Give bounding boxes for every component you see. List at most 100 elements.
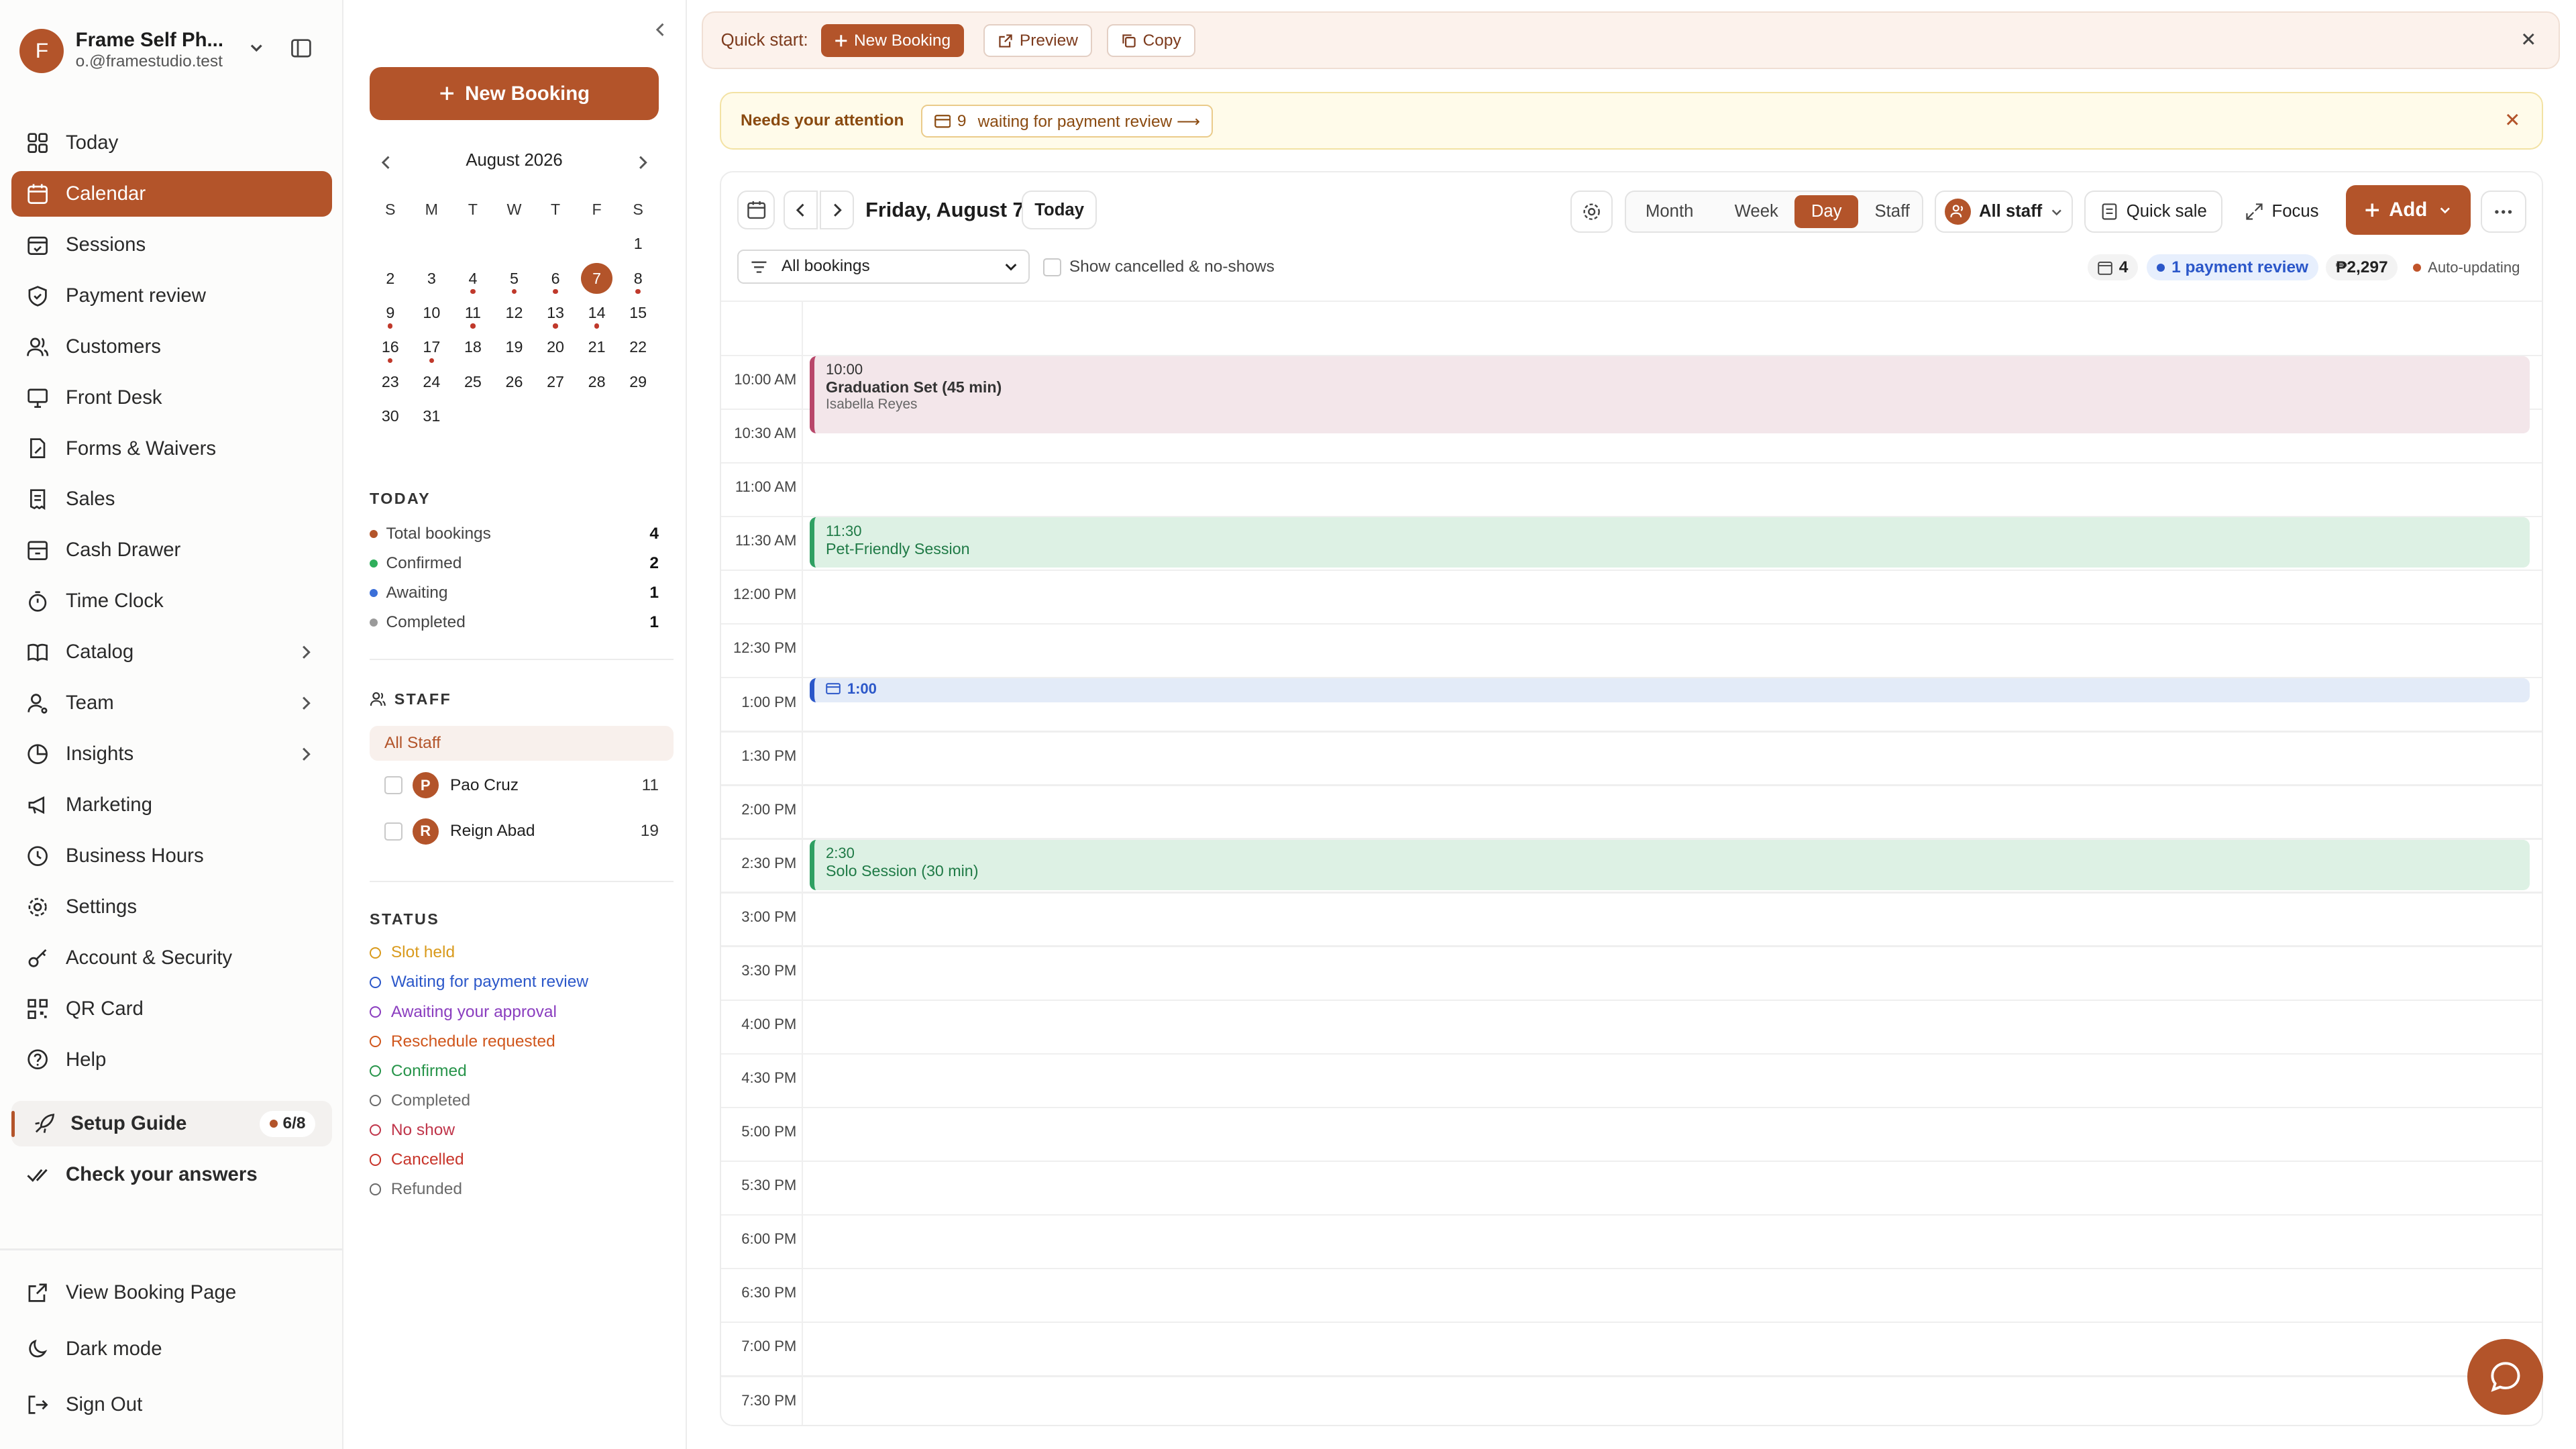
- calendar-day[interactable]: 10: [411, 296, 453, 330]
- payment-review-alert-link[interactable]: 9 waiting for payment review ⟶: [921, 105, 1214, 138]
- calendar-day[interactable]: 3: [411, 261, 453, 295]
- status-legend-item[interactable]: Confirmed: [370, 1060, 467, 1083]
- checkbox[interactable]: [384, 776, 402, 795]
- chevron-down-icon[interactable]: [248, 40, 264, 56]
- next-month-icon[interactable]: [636, 154, 649, 170]
- status-legend-item[interactable]: Reschedule requested: [370, 1030, 555, 1053]
- nav-item-business-hours[interactable]: Business Hours: [11, 833, 332, 879]
- calendar-day[interactable]: 6: [535, 261, 576, 295]
- calendar-day[interactable]: 19: [494, 330, 535, 364]
- nav-item-forms-waivers[interactable]: Forms & Waivers: [11, 425, 332, 472]
- nav-item-time-clock[interactable]: Time Clock: [11, 578, 332, 625]
- status-legend-item[interactable]: No show: [370, 1119, 455, 1142]
- status-legend-item[interactable]: Slot held: [370, 941, 455, 964]
- copy-button[interactable]: Copy: [1107, 24, 1196, 58]
- status-legend-item[interactable]: Waiting for payment review: [370, 971, 588, 994]
- staff-row-pao-cruz[interactable]: P Pao Cruz 11: [370, 771, 659, 800]
- staff-row-reign-abad[interactable]: R Reign Abad 19: [370, 816, 659, 846]
- booking-block[interactable]: 1:00: [809, 678, 2530, 702]
- add-dropdown-button[interactable]: Add: [2345, 185, 2471, 235]
- quick-new-booking-button[interactable]: New Booking: [821, 24, 964, 58]
- setup-guide-item[interactable]: Setup Guide 6/8: [11, 1100, 332, 1147]
- chevron-left-icon[interactable]: [654, 21, 667, 38]
- calendar-day[interactable]: 21: [576, 330, 618, 364]
- nav-item-settings[interactable]: Settings: [11, 884, 332, 930]
- quick-sale-button[interactable]: Quick sale: [2084, 190, 2223, 233]
- booking-block[interactable]: 2:30 Solo Session (30 min): [809, 839, 2530, 890]
- view-booking-page-link[interactable]: View Booking Page: [11, 1270, 332, 1316]
- prev-day-button[interactable]: [783, 190, 818, 230]
- more-options-button[interactable]: [2480, 190, 2527, 233]
- view-tab-staff[interactable]: Staff: [1858, 195, 1926, 228]
- checkbox[interactable]: [384, 822, 402, 841]
- calendar-day[interactable]: 13: [535, 296, 576, 330]
- nav-item-insights[interactable]: Insights: [11, 731, 332, 777]
- sidebar-toggle-icon[interactable]: [290, 38, 312, 59]
- calendar-day[interactable]: 27: [535, 365, 576, 399]
- close-icon[interactable]: [2520, 31, 2536, 47]
- calendar-day[interactable]: 30: [370, 399, 411, 433]
- calendar-day[interactable]: 25: [452, 365, 494, 399]
- nav-item-account-security[interactable]: Account & Security: [11, 934, 332, 981]
- calendar-day[interactable]: 2: [370, 261, 411, 295]
- status-legend-item[interactable]: Cancelled: [370, 1148, 464, 1171]
- nav-item-help[interactable]: Help: [11, 1036, 332, 1083]
- focus-button[interactable]: Focus: [2245, 191, 2319, 233]
- calendar-day[interactable]: 31: [411, 399, 453, 433]
- account-switcher[interactable]: F Frame Self Ph... o.@framestudio.test: [19, 26, 323, 75]
- nav-item-marketing[interactable]: Marketing: [11, 782, 332, 828]
- nav-item-today[interactable]: Today: [11, 120, 332, 166]
- calendar-settings-button[interactable]: [1570, 190, 1613, 233]
- view-tab-week[interactable]: Week: [1718, 195, 1794, 228]
- calendar-day[interactable]: 22: [617, 330, 659, 364]
- status-legend-item[interactable]: Awaiting your approval: [370, 1000, 557, 1023]
- booking-block[interactable]: 10:00 Graduation Set (45 min) Isabella Rey…: [809, 356, 2530, 434]
- staff-filter-dropdown[interactable]: All staff: [1935, 190, 2074, 233]
- calendar-day[interactable]: 1: [617, 227, 659, 261]
- calendar-day[interactable]: 4: [452, 261, 494, 295]
- today-button[interactable]: Today: [1021, 190, 1097, 230]
- close-icon[interactable]: [2504, 111, 2520, 127]
- booking-block[interactable]: 11:30 Pet-Friendly Session: [809, 517, 2530, 568]
- view-tab-month[interactable]: Month: [1629, 195, 1709, 228]
- status-legend-item[interactable]: Completed: [370, 1089, 470, 1112]
- calendar-day[interactable]: 24: [411, 365, 453, 399]
- payment-review-badge[interactable]: 1 payment review: [2147, 254, 2318, 281]
- booking-filter-select[interactable]: All bookings: [737, 249, 1030, 284]
- calendar-day[interactable]: 16: [370, 330, 411, 364]
- nav-item-sales[interactable]: Sales: [11, 476, 332, 523]
- nav-item-qr-card[interactable]: QR Card: [11, 985, 332, 1032]
- calendar-day[interactable]: 5: [494, 261, 535, 295]
- calendar-day[interactable]: 23: [370, 365, 411, 399]
- checkbox[interactable]: [1042, 258, 1061, 276]
- nav-item-cash-drawer[interactable]: Cash Drawer: [11, 527, 332, 574]
- nav-item-front-desk[interactable]: Front Desk: [11, 374, 332, 421]
- chat-button[interactable]: [2467, 1338, 2544, 1415]
- calendar-day[interactable]: 11: [452, 296, 494, 330]
- calendar-day[interactable]: 9: [370, 296, 411, 330]
- calendar-day[interactable]: 14: [576, 296, 618, 330]
- calendar-day[interactable]: 26: [494, 365, 535, 399]
- calendar-day[interactable]: 18: [452, 330, 494, 364]
- dark-mode-toggle[interactable]: Dark mode: [11, 1326, 332, 1372]
- status-legend-item[interactable]: Refunded: [370, 1178, 462, 1201]
- calendar-day[interactable]: 20: [535, 330, 576, 364]
- next-day-button[interactable]: [819, 190, 855, 230]
- calendar-day[interactable]: 15: [617, 296, 659, 330]
- show-cancelled-checkbox[interactable]: Show cancelled & no-shows: [1042, 258, 1275, 276]
- calendar-day[interactable]: 7: [576, 261, 618, 295]
- view-tab-day[interactable]: Day: [1794, 195, 1859, 228]
- nav-item-sessions[interactable]: Sessions: [11, 222, 332, 268]
- new-booking-button[interactable]: New Booking: [370, 67, 659, 120]
- check-answers-item[interactable]: Check your answers: [11, 1152, 332, 1198]
- calendar-day[interactable]: 12: [494, 296, 535, 330]
- nav-item-customers[interactable]: Customers: [11, 323, 332, 370]
- staff-filter-all[interactable]: All Staff: [370, 726, 674, 761]
- calendar-day[interactable]: 8: [617, 261, 659, 295]
- nav-item-team[interactable]: Team: [11, 680, 332, 727]
- calendar-day[interactable]: 17: [411, 330, 453, 364]
- calendar-picker-button[interactable]: [737, 190, 775, 230]
- calendar-day[interactable]: 28: [576, 365, 618, 399]
- preview-button[interactable]: Preview: [983, 24, 1093, 58]
- calendar-day[interactable]: 29: [617, 365, 659, 399]
